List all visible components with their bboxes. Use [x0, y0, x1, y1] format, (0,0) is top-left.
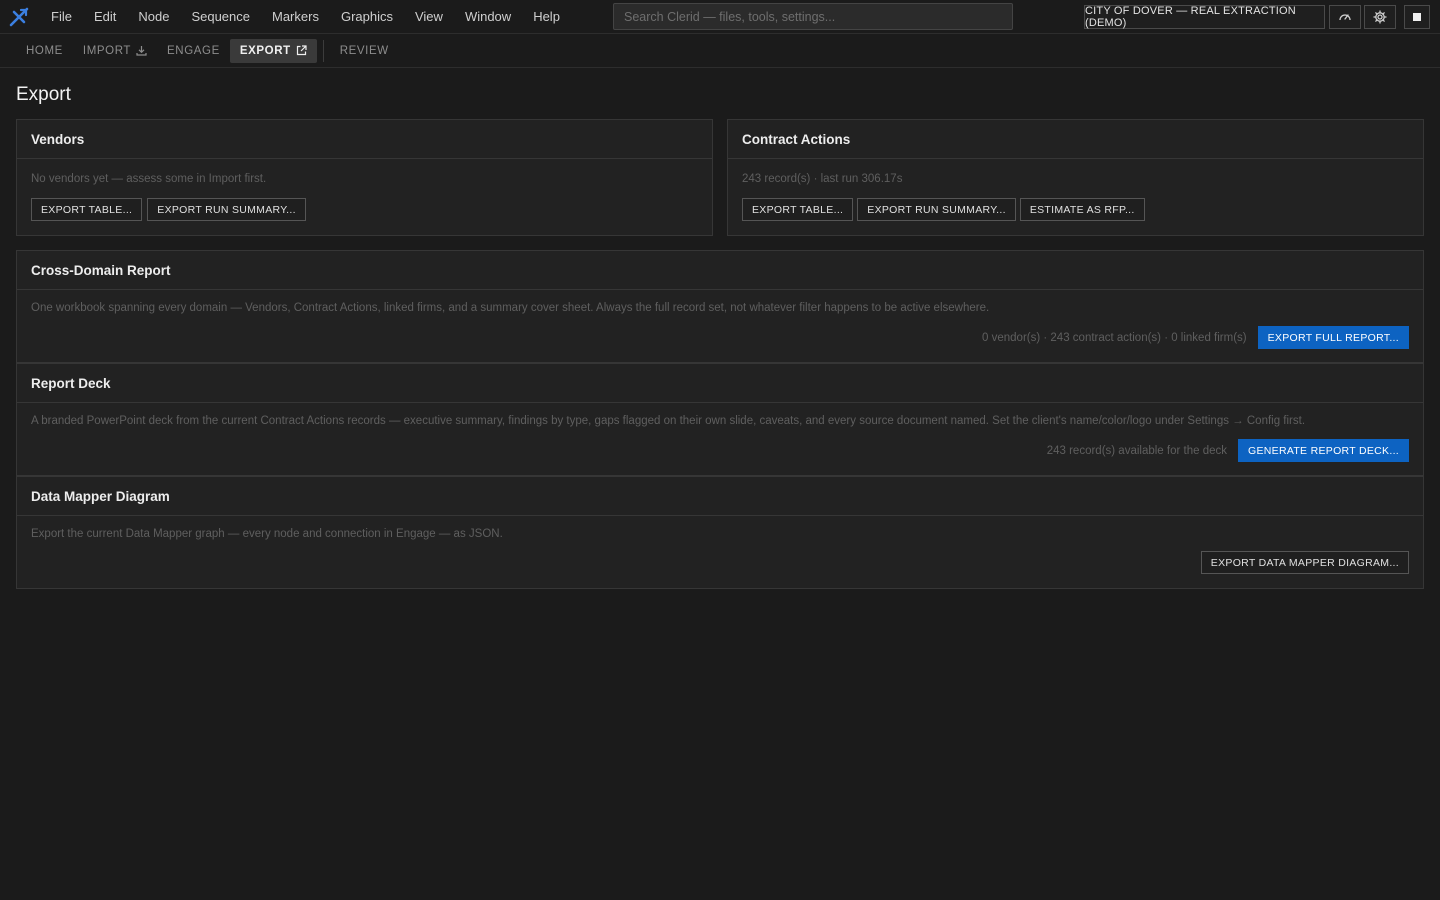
menu-sequence[interactable]: Sequence: [180, 0, 261, 34]
menu-help[interactable]: Help: [522, 0, 571, 34]
panel-title: Contract Actions: [728, 120, 1423, 159]
page-title: Export: [16, 84, 71, 105]
tab-label: REVIEW: [339, 44, 389, 57]
gear-icon: [1373, 10, 1387, 24]
tab-home[interactable]: HOME: [16, 39, 73, 63]
download-icon: [136, 46, 147, 56]
generate-report-deck-button[interactable]: GENERATE REPORT DECK...: [1237, 439, 1409, 462]
menu-view[interactable]: View: [404, 0, 454, 34]
menu-window[interactable]: Window: [454, 0, 522, 34]
panel-title: Data Mapper Diagram: [17, 477, 1423, 516]
menu-edit[interactable]: Edit: [83, 0, 127, 34]
report-deck-counts: 243 record(s) available for the deck: [1046, 444, 1227, 457]
report-deck-panel: Report Deck A branded PowerPoint deck fr…: [16, 363, 1424, 476]
tab-bar: HOME IMPORT ENGAGE EXPORT REVIEW: [0, 34, 1440, 68]
search-input[interactable]: [613, 3, 1013, 30]
tab-review[interactable]: REVIEW: [330, 39, 399, 63]
tab-label: ENGAGE: [167, 44, 220, 57]
tab-label: HOME: [26, 44, 63, 57]
menu-graphics[interactable]: Graphics: [330, 0, 404, 34]
menu-file[interactable]: File: [40, 0, 83, 34]
tab-engage[interactable]: ENGAGE: [157, 39, 230, 63]
menu-items: File Edit Node Sequence Markers Graphics…: [40, 0, 571, 34]
stop-icon: [1413, 13, 1421, 21]
tab-label: IMPORT: [82, 44, 132, 57]
export-full-report-button[interactable]: EXPORT FULL REPORT...: [1257, 326, 1409, 349]
project-badge[interactable]: CITY OF DOVER — REAL EXTRACTION (DEMO): [1084, 5, 1325, 29]
menu-markers[interactable]: Markers: [261, 0, 330, 34]
tab-import[interactable]: IMPORT: [73, 39, 157, 63]
contract-export-summary-button[interactable]: EXPORT RUN SUMMARY...: [857, 198, 1016, 221]
cross-domain-actions: 0 vendor(s) · 243 contract action(s) · 0…: [982, 326, 1409, 349]
stop-button[interactable]: [1404, 5, 1430, 29]
vendors-panel: Vendors No vendors yet — assess some in …: [16, 119, 713, 236]
vendors-status: No vendors yet — assess some in Import f…: [31, 173, 267, 185]
panel-title: Report Deck: [17, 364, 1423, 403]
performance-button[interactable]: [1329, 5, 1361, 29]
panel-title: Vendors: [17, 120, 712, 159]
vendors-export-table-button[interactable]: EXPORT TABLE...: [31, 198, 143, 221]
menu-node[interactable]: Node: [127, 0, 180, 34]
menubar: File Edit Node Sequence Markers Graphics…: [0, 0, 1440, 34]
contract-actions-status: 243 record(s) · last run 306.17s: [742, 173, 903, 185]
report-deck-actions: 243 record(s) available for the deck GEN…: [1047, 439, 1409, 462]
export-data-mapper-button[interactable]: EXPORT DATA MAPPER DIAGRAM...: [1200, 551, 1409, 574]
tab-separator: [322, 39, 324, 62]
data-mapper-description: Export the current Data Mapper graph — e…: [31, 528, 503, 540]
estimate-rfp-button[interactable]: ESTIMATE AS RFP...: [1019, 198, 1145, 221]
cross-domain-panel: Cross-Domain Report One workbook spannin…: [16, 250, 1424, 363]
external-link-icon: [296, 45, 307, 56]
tab-export[interactable]: EXPORT: [229, 38, 317, 63]
contract-actions-actions: EXPORT TABLE... EXPORT RUN SUMMARY... ES…: [742, 198, 1145, 221]
panel-title: Cross-Domain Report: [17, 251, 1423, 290]
contract-export-table-button[interactable]: EXPORT TABLE...: [742, 198, 854, 221]
data-mapper-panel: Data Mapper Diagram Export the current D…: [16, 476, 1424, 589]
cross-domain-counts: 0 vendor(s) · 243 contract action(s) · 0…: [982, 331, 1247, 344]
report-deck-description: A branded PowerPoint deck from the curre…: [31, 415, 1306, 427]
app-logo-icon[interactable]: [0, 0, 38, 34]
cross-domain-description: One workbook spanning every domain — Ven…: [31, 302, 990, 314]
contract-actions-panel: Contract Actions 243 record(s) · last ru…: [727, 119, 1424, 236]
settings-button[interactable]: [1364, 5, 1396, 29]
tab-label: EXPORT: [239, 44, 291, 57]
vendors-actions: EXPORT TABLE... EXPORT RUN SUMMARY...: [31, 198, 306, 221]
vendors-export-summary-button[interactable]: EXPORT RUN SUMMARY...: [147, 198, 306, 221]
gauge-icon: [1339, 14, 1351, 21]
data-mapper-actions: EXPORT DATA MAPPER DIAGRAM...: [1200, 551, 1409, 574]
